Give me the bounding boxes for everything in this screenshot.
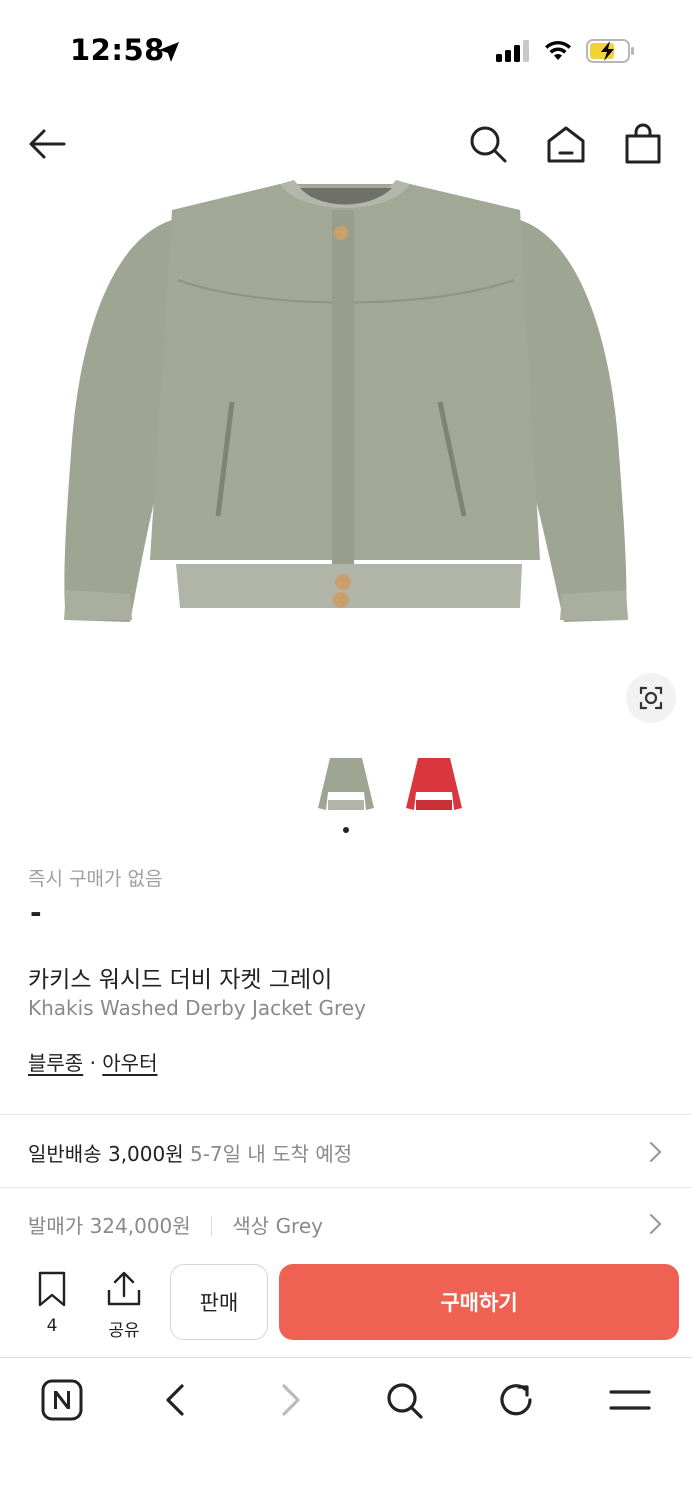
battery-charging-icon (586, 39, 634, 63)
chevron-right-icon (649, 1213, 662, 1235)
color-label: 색상 (232, 1214, 270, 1238)
product-image[interactable] (0, 180, 692, 740)
buy-button[interactable]: 구매하기 (279, 1264, 679, 1340)
thumbnail-red[interactable] (398, 752, 470, 816)
image-search-button[interactable] (626, 673, 676, 723)
status-time: 12:58 (70, 33, 165, 67)
location-arrow-icon (159, 42, 179, 62)
sell-button[interactable]: 판매 (170, 1264, 268, 1340)
cellular-signal-icon (496, 40, 529, 62)
instant-buy-price: - (30, 896, 42, 929)
details-row[interactable]: 발매가 324,000원 색상 Grey (0, 1188, 692, 1258)
details-separator (211, 1216, 213, 1236)
wifi-icon (545, 40, 571, 60)
top-nav (0, 110, 692, 176)
reload-icon[interactable] (494, 1378, 538, 1422)
product-name-korean: 카키스 워시드 더비 자켓 그레이 (28, 967, 333, 993)
bookmark-button[interactable]: 4 (30, 1270, 74, 1336)
purchase-action-bar: 4 공유 판매 구매하기 (0, 1252, 692, 1356)
category-link-outer[interactable]: 아우터 (102, 1051, 157, 1075)
share-label: 공유 (108, 1321, 140, 1341)
menu-icon[interactable] (608, 1378, 652, 1422)
jacket-illustration (64, 180, 628, 622)
home-icon[interactable] (544, 122, 588, 166)
color-value: Grey (275, 1214, 323, 1238)
share-button[interactable]: 공유 (100, 1270, 148, 1341)
category-separator: · (89, 1051, 96, 1075)
browser-toolbar (0, 1357, 692, 1500)
chevron-left-icon[interactable] (154, 1378, 198, 1422)
carousel-indicator (343, 827, 349, 833)
search-icon[interactable] (466, 122, 510, 166)
shipping-eta: 5-7일 내 도착 예정 (189, 1142, 353, 1166)
product-name-english: Khakis Washed Derby Jacket Grey (28, 996, 366, 1020)
naver-n-icon[interactable] (40, 1378, 84, 1422)
instant-buy-label: 즉시 구매가 없음 (28, 868, 163, 890)
bookmark-count: 4 (46, 1316, 58, 1336)
chevron-right-icon (649, 1141, 662, 1163)
bookmark-icon (38, 1271, 66, 1307)
category-breadcrumb: 블루종 · 아우터 (28, 1047, 157, 1076)
shopping-bag-icon[interactable] (621, 122, 665, 166)
back-arrow-icon[interactable] (26, 122, 70, 166)
release-price: 324,000원 (89, 1214, 191, 1238)
shipping-fee: 3,000원 (107, 1142, 184, 1166)
search-icon[interactable] (382, 1378, 426, 1422)
shipping-row[interactable]: 일반배송 3,000원 5-7일 내 도착 예정 (0, 1116, 692, 1186)
lens-icon (639, 686, 663, 710)
thumbnail-grey[interactable] (310, 752, 382, 816)
release-price-label: 발매가 (28, 1214, 84, 1238)
shipping-method: 일반배송 (28, 1142, 102, 1166)
chevron-right-icon[interactable] (268, 1378, 312, 1422)
category-link-blouson[interactable]: 블루종 (28, 1051, 83, 1075)
status-bar: 12:58 (0, 0, 692, 100)
share-icon (107, 1271, 141, 1306)
color-thumbnails (0, 752, 692, 822)
divider (0, 1114, 692, 1115)
